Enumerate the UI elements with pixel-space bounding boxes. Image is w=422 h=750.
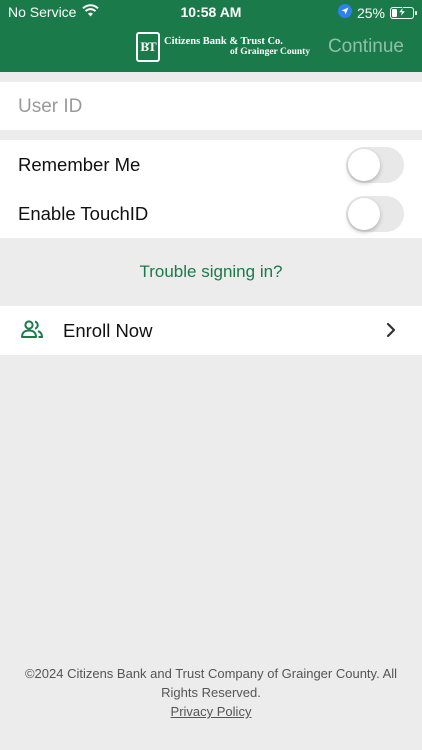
- touchid-switch[interactable]: [346, 196, 404, 232]
- user-id-input[interactable]: [18, 96, 404, 118]
- trouble-signing-in-link[interactable]: Trouble signing in?: [0, 262, 422, 282]
- user-id-section: [0, 82, 422, 130]
- logo-mark: BT: [136, 32, 160, 62]
- settings-toggles: Remember Me Enable TouchID: [0, 140, 422, 238]
- enroll-now-label: Enroll Now: [63, 320, 153, 341]
- continue-button[interactable]: Continue: [328, 36, 404, 58]
- remember-me-switch[interactable]: [346, 147, 404, 183]
- switch-knob: [348, 198, 380, 230]
- remember-me-row: Remember Me: [0, 140, 422, 189]
- app-header: No Service 10:58 AM 25% BT Citizens Bank…: [0, 0, 422, 72]
- enroll-now-row[interactable]: Enroll Now: [0, 306, 422, 355]
- status-bar: No Service 10:58 AM 25%: [0, 0, 422, 24]
- location-arrow-icon: [337, 4, 352, 21]
- chevron-right-icon: [386, 322, 396, 343]
- switch-knob: [348, 149, 380, 181]
- touchid-label: Enable TouchID: [18, 203, 149, 224]
- status-right: 25%: [337, 4, 417, 21]
- battery-percent: 25%: [356, 4, 385, 21]
- logo-line2: of Grainger County: [230, 47, 311, 57]
- footer: ©2024 Citizens Bank and Trust Company of…: [20, 664, 402, 721]
- touchid-row: Enable TouchID: [0, 189, 422, 238]
- logo-line1: Citizens Bank & Trust Co.: [164, 36, 283, 47]
- remember-me-label: Remember Me: [18, 154, 141, 175]
- battery-charging-icon: [390, 6, 417, 19]
- logo-text: Citizens Bank & Trust Co. of Grainger Co…: [164, 36, 311, 57]
- copyright-text: ©2024 Citizens Bank and Trust Company of…: [24, 666, 398, 700]
- bank-logo: BT Citizens Bank & Trust Co. of Grainger…: [136, 32, 310, 62]
- privacy-policy-link[interactable]: Privacy Policy: [20, 702, 402, 721]
- users-icon: [20, 320, 44, 345]
